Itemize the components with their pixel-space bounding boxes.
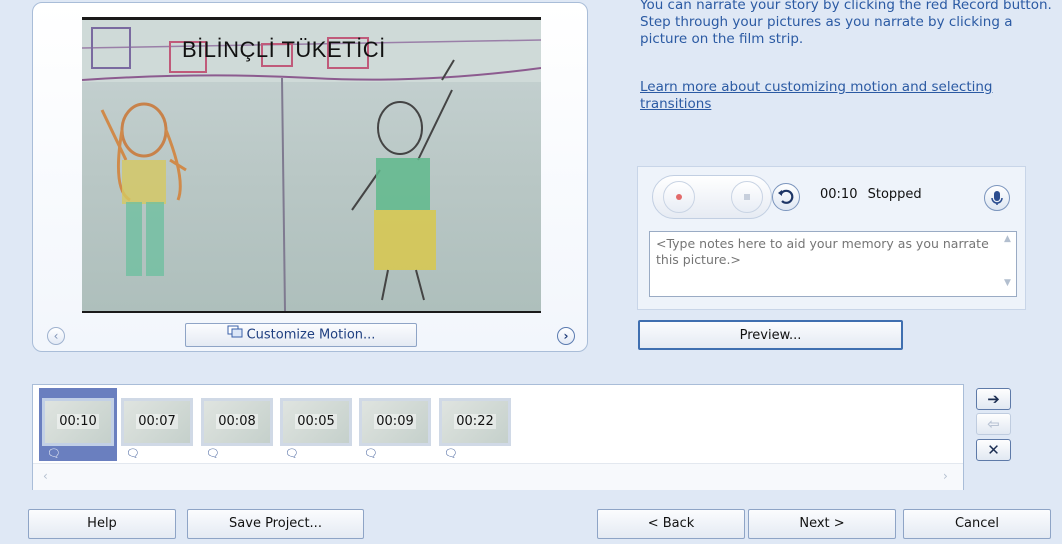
notes-scrollbar[interactable]: ▲ ▼	[999, 232, 1016, 296]
chevron-right-icon[interactable]: ›	[557, 327, 575, 345]
scroll-right-icon[interactable]: ›	[943, 469, 948, 483]
film-strip-frames: 00:10 00:07 00:08 00:05 00:09 00:22 🗨 🗨 …	[33, 385, 963, 461]
scroll-down-icon[interactable]: ▼	[999, 278, 1016, 288]
video-title-text: BİLİNÇLİ TÜKETİCİ	[182, 37, 386, 62]
microphone-icon	[991, 191, 1003, 205]
narration-comment-icon: 🗨	[206, 447, 220, 460]
preview-panel: BİLİNÇLİ TÜKETİCİ ‹ Customize Motion... …	[32, 2, 588, 352]
narration-comment-icon: 🗨	[126, 447, 140, 460]
scroll-left-icon[interactable]: ‹	[43, 469, 48, 483]
help-button[interactable]: Help	[28, 509, 176, 539]
next-button[interactable]: Next >	[748, 509, 896, 539]
child-drawing-image	[82, 20, 541, 312]
move-right-button[interactable]: ➔	[976, 388, 1011, 410]
remove-picture-button[interactable]: ✕	[976, 439, 1011, 461]
recording-state: Stopped	[867, 187, 922, 202]
film-strip-thumb[interactable]: 00:22	[439, 398, 511, 446]
preview-button[interactable]: Preview...	[638, 320, 903, 350]
film-strip-thumb[interactable]: 00:07	[121, 398, 193, 446]
cancel-button[interactable]: Cancel	[903, 509, 1051, 539]
learn-more-link[interactable]: Learn more about customizing motion and …	[640, 79, 1055, 113]
film-strip-thumb[interactable]: 00:10	[42, 398, 114, 446]
film-strip-thumb[interactable]: 00:05	[280, 398, 352, 446]
narration-comment-icon: 🗨	[285, 447, 299, 460]
film-strip: 00:10 00:07 00:08 00:05 00:09 00:22 🗨 🗨 …	[32, 384, 964, 490]
customize-motion-label: Customize Motion...	[246, 327, 376, 343]
save-project-button[interactable]: Save Project...	[187, 509, 364, 539]
undo-narration-button[interactable]	[772, 183, 800, 211]
scroll-up-icon[interactable]: ▲	[999, 234, 1016, 244]
film-strip-thumb[interactable]: 00:09	[359, 398, 431, 446]
narration-comment-icon: 🗨	[444, 447, 458, 460]
chevron-left-icon[interactable]: ‹	[47, 327, 65, 345]
customize-motion-icon	[227, 324, 243, 346]
narration-notes-field[interactable]	[649, 231, 1017, 297]
back-button[interactable]: < Back	[597, 509, 745, 539]
record-button[interactable]	[663, 181, 695, 213]
instructions-text: You can narrate your story by clicking t…	[640, 0, 1052, 47]
record-controls	[652, 175, 772, 219]
drawing-art	[82, 20, 541, 312]
microphone-button[interactable]	[984, 185, 1010, 211]
undo-icon	[778, 189, 794, 204]
stop-button[interactable]	[731, 181, 763, 213]
film-strip-scrollbar[interactable]: ‹ ›	[33, 463, 963, 490]
narration-comment-icon: 🗨	[364, 447, 378, 460]
narration-recorder: 00:10 Stopped ▲ ▼	[637, 166, 1026, 310]
video-preview: BİLİNÇLİ TÜKETİCİ	[82, 17, 541, 313]
film-strip-thumb[interactable]: 00:08	[201, 398, 273, 446]
narration-comment-icon: 🗨	[47, 447, 61, 460]
customize-motion-button[interactable]: Customize Motion...	[185, 323, 417, 347]
move-left-button[interactable]: ⇦	[976, 413, 1011, 435]
recording-status: 00:10 Stopped	[820, 187, 922, 202]
recording-time: 00:10	[820, 187, 858, 202]
